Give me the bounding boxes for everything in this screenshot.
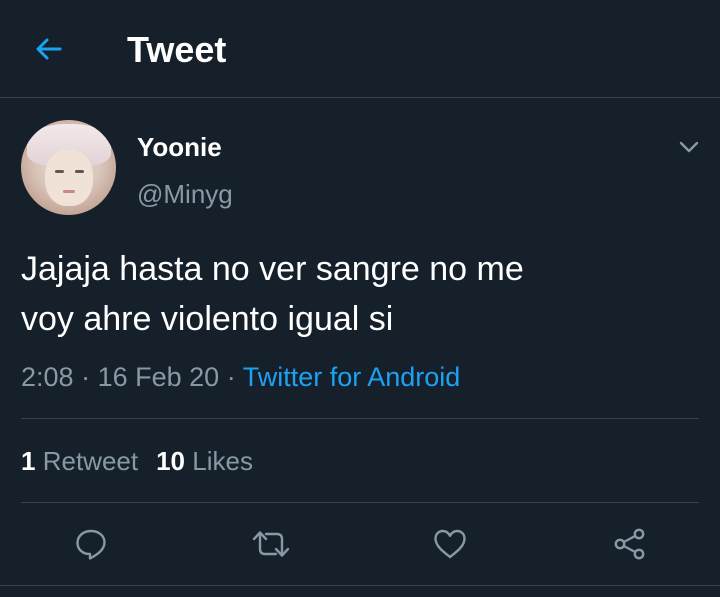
retweet-icon xyxy=(252,531,290,557)
tweet-text-line: voy ahre violento igual si xyxy=(21,300,394,338)
likes-count: 10 xyxy=(156,446,186,476)
tweet-detail-page: Tweet Yoonie @Minyg Jajaja hasta no ver … xyxy=(0,0,720,597)
tweet-text-line: Jajaja hasta no ver sangre no me xyxy=(21,250,524,288)
page-title: Tweet xyxy=(127,29,227,70)
like-button[interactable] xyxy=(430,524,470,564)
retweet-button[interactable] xyxy=(251,524,291,564)
retweets-label: Retweet xyxy=(42,446,139,476)
author-handle[interactable]: @Minyg xyxy=(137,178,233,210)
avatar-eye xyxy=(75,170,84,173)
meta-separator: · xyxy=(226,362,236,392)
arrow-left-icon xyxy=(36,38,62,60)
share-icon xyxy=(614,528,645,560)
avatar-mouth xyxy=(63,190,75,193)
tweet-menu-button[interactable] xyxy=(674,132,704,162)
avatar-face xyxy=(45,150,93,206)
action-bar xyxy=(0,516,720,572)
back-button[interactable] xyxy=(24,24,74,74)
tweet-time: 2:08 xyxy=(21,362,74,392)
divider xyxy=(0,585,720,586)
divider xyxy=(21,418,699,419)
retweets-count: 1 xyxy=(21,446,36,476)
retweets-stat[interactable]: 1 Retweet xyxy=(21,446,138,476)
likes-label: Likes xyxy=(192,446,253,476)
tweet-date: 16 Feb 20 xyxy=(97,362,220,392)
share-button[interactable] xyxy=(610,524,650,564)
likes-stat[interactable]: 10 Likes xyxy=(156,446,253,476)
tweet-source-link[interactable]: Twitter for Android xyxy=(243,362,461,392)
avatar-eye xyxy=(55,170,64,173)
avatar[interactable] xyxy=(21,120,116,215)
chevron-down-icon xyxy=(679,141,699,153)
top-bar: Tweet xyxy=(0,0,720,98)
author-display-name[interactable]: Yoonie xyxy=(137,131,222,163)
reply-button[interactable] xyxy=(71,524,111,564)
meta-separator: · xyxy=(81,362,91,392)
tweet-meta: 2:08 · 16 Feb 20 · Twitter for Android xyxy=(21,360,460,394)
reply-icon xyxy=(76,529,106,560)
divider xyxy=(21,502,699,503)
tweet-text: Jajaja hasta no ver sangre no me voy ahr… xyxy=(21,244,701,344)
engagement-stats: 1 Retweet 10 Likes xyxy=(21,445,253,477)
heart-icon xyxy=(434,529,466,559)
